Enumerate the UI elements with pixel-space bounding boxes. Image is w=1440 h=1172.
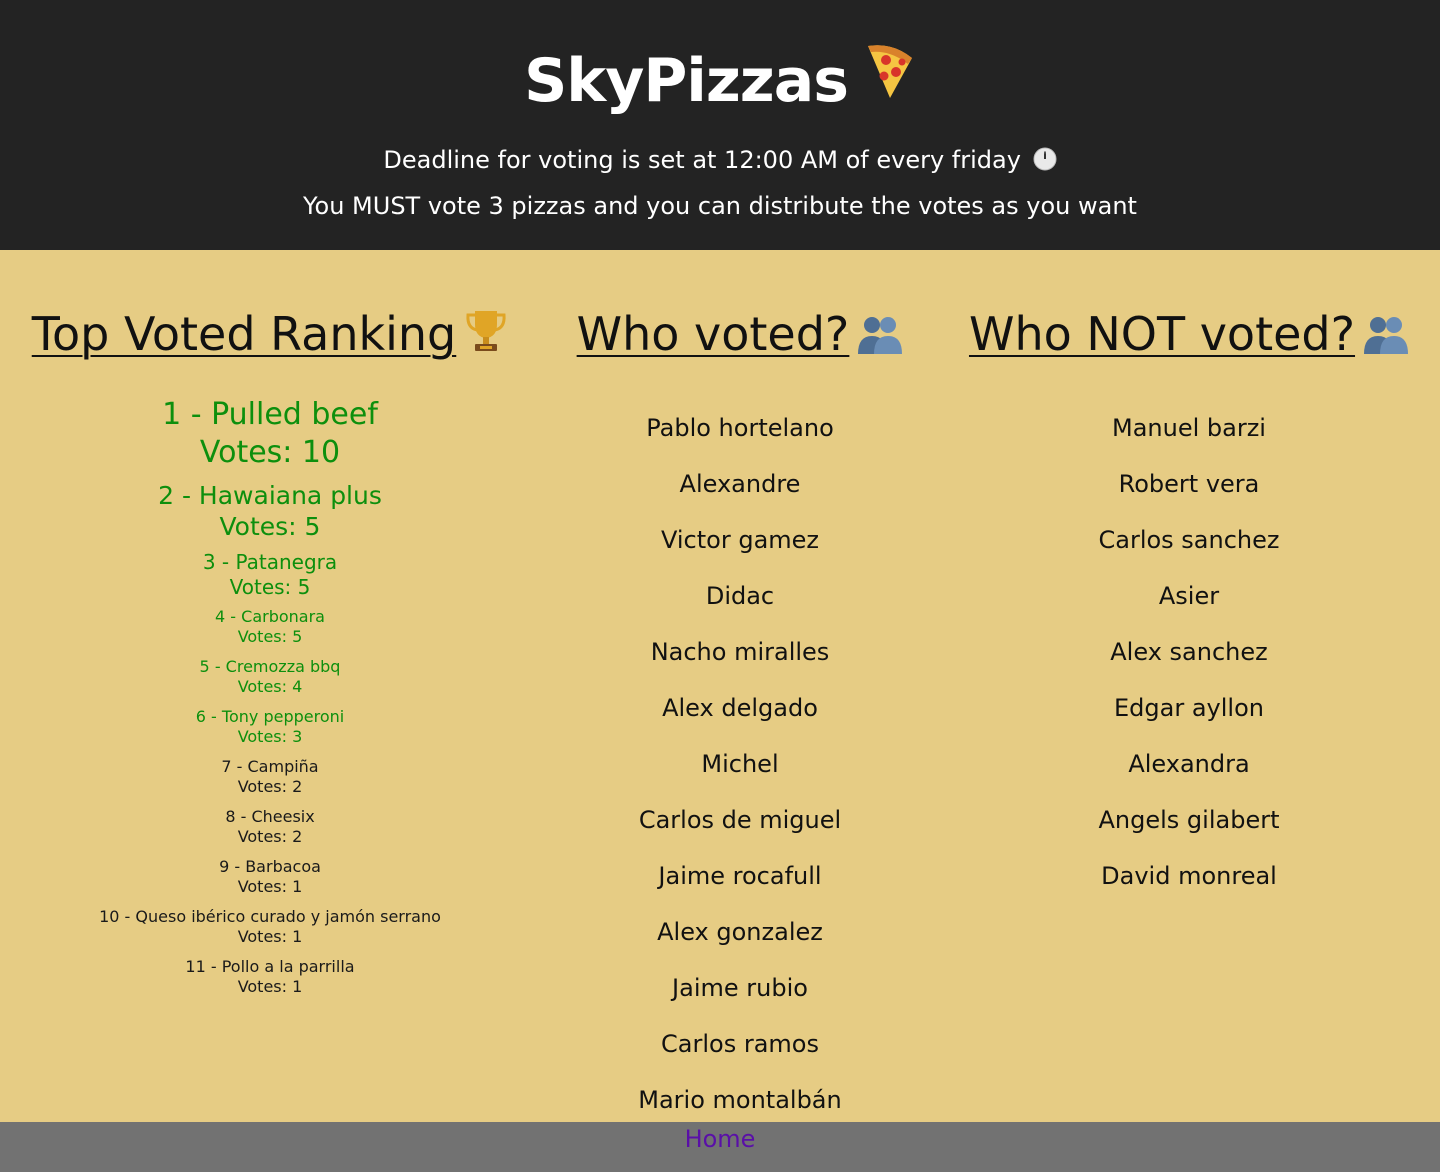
ranking-item: 3 - Patanegra Votes: 5 bbox=[20, 550, 520, 600]
non-voter-name: Angels gilabert bbox=[1098, 806, 1280, 834]
ranking-item: 9 - Barbacoa Votes: 1 bbox=[20, 857, 520, 897]
ranking-item-votes: Votes: 5 bbox=[229, 575, 311, 599]
ranking-item-votes: Votes: 4 bbox=[237, 677, 303, 696]
ranking-heading-text: Top Voted Ranking bbox=[31, 307, 457, 361]
non-voter-name: Alex sanchez bbox=[1110, 638, 1268, 666]
ranking-item: 10 - Queso ibérico curado y jamón serran… bbox=[20, 907, 520, 947]
deadline-text: Deadline for voting is set at 12:00 AM o… bbox=[383, 146, 1021, 174]
ranking-item-votes: Votes: 5 bbox=[237, 627, 303, 646]
deadline-notice: Deadline for voting is set at 12:00 AM o… bbox=[0, 139, 1440, 185]
voter-name: Didac bbox=[705, 582, 775, 610]
voted-column: Who voted? Pablo hortelano Alexandre Vic… bbox=[540, 250, 940, 1128]
ranking-item: 1 - Pulled beef Votes: 10 bbox=[20, 396, 520, 472]
ranking-item-label: 5 - Cremozza bbq bbox=[199, 657, 341, 676]
ranking-item-label: 7 - Campiña bbox=[221, 757, 319, 776]
users-icon bbox=[857, 308, 903, 368]
non-voter-name: Edgar ayllon bbox=[1114, 694, 1264, 722]
clock-icon bbox=[1033, 142, 1057, 185]
voter-name: Jaime rocafull bbox=[658, 862, 822, 890]
ranking-item-votes: Votes: 1 bbox=[237, 977, 303, 996]
ranking-item-label: 3 - Patanegra bbox=[202, 550, 338, 574]
voter-name: Michel bbox=[701, 750, 779, 778]
ranking-item-votes: Votes: 5 bbox=[219, 512, 321, 541]
ranking-item-label: 10 - Queso ibérico curado y jamón serran… bbox=[99, 907, 441, 926]
site-title: SkyPizzas bbox=[524, 40, 916, 122]
voted-heading: Who voted? bbox=[540, 304, 940, 368]
pizza-icon bbox=[862, 40, 916, 122]
ranking-heading: Top Voted Ranking bbox=[20, 304, 520, 368]
site-footer: Home bbox=[0, 1122, 1440, 1172]
ranking-item-label: 9 - Barbacoa bbox=[219, 857, 321, 876]
voter-name: Alex gonzalez bbox=[657, 918, 823, 946]
voter-name: Carlos de miguel bbox=[638, 806, 842, 834]
voter-name: Carlos ramos bbox=[661, 1030, 819, 1058]
voter-name: Mario montalbán bbox=[638, 1086, 842, 1114]
voter-name: Pablo hortelano bbox=[646, 414, 834, 442]
ranking-column: Top Voted Ranking 1 - Pulled beef Votes:… bbox=[20, 250, 520, 1007]
voted-list: Pablo hortelano Alexandre Victor gamez D… bbox=[540, 400, 940, 1128]
ranking-item: 4 - Carbonara Votes: 5 bbox=[20, 607, 520, 647]
ranking-item: 7 - Campiña Votes: 2 bbox=[20, 757, 520, 797]
voting-rule-notice: You MUST vote 3 pizzas and you can distr… bbox=[303, 192, 1137, 220]
trophy-icon bbox=[464, 308, 508, 368]
ranking-item: 11 - Pollo a la parrilla Votes: 1 bbox=[20, 957, 520, 997]
non-voter-name: Robert vera bbox=[1118, 470, 1260, 498]
voter-name: Jaime rubio bbox=[672, 974, 808, 1002]
ranking-item-label: 11 - Pollo a la parrilla bbox=[185, 957, 355, 976]
voted-heading-text: Who voted? bbox=[576, 307, 850, 361]
non-voter-name: David monreal bbox=[1101, 862, 1277, 890]
not-voted-list: Manuel barzi Robert vera Carlos sanchez … bbox=[965, 400, 1413, 904]
ranking-item: 8 - Cheesix Votes: 2 bbox=[20, 807, 520, 847]
non-voter-name: Asier bbox=[1158, 582, 1220, 610]
non-voter-name: Carlos sanchez bbox=[1098, 526, 1280, 554]
voter-name: Nacho miralles bbox=[650, 638, 830, 666]
non-voter-name: Alexandra bbox=[1128, 750, 1250, 778]
site-title-text: SkyPizzas bbox=[524, 46, 849, 116]
voter-name: Alexandre bbox=[679, 470, 801, 498]
ranking-item-votes: Votes: 2 bbox=[237, 827, 303, 846]
ranking-item-label: 8 - Cheesix bbox=[225, 807, 315, 826]
users-icon bbox=[1363, 308, 1409, 368]
home-link[interactable]: Home bbox=[685, 1125, 756, 1153]
not-voted-heading-text: Who NOT voted? bbox=[968, 307, 1356, 361]
ranking-item: 2 - Hawaiana plus Votes: 5 bbox=[20, 480, 520, 542]
not-voted-column: Who NOT voted? Manuel barzi Robert vera … bbox=[965, 250, 1413, 904]
voter-name: Alex delgado bbox=[662, 694, 818, 722]
ranking-item-votes: Votes: 2 bbox=[237, 777, 303, 796]
ranking-item: 6 - Tony pepperoni Votes: 3 bbox=[20, 707, 520, 747]
not-voted-heading: Who NOT voted? bbox=[965, 304, 1413, 368]
ranking-item-votes: Votes: 10 bbox=[199, 435, 341, 470]
voter-name: Victor gamez bbox=[660, 526, 820, 554]
ranking-item-votes: Votes: 3 bbox=[237, 727, 303, 746]
main-content: Top Voted Ranking 1 - Pulled beef Votes:… bbox=[0, 250, 1440, 1122]
ranking-item-label: 4 - Carbonara bbox=[215, 607, 325, 626]
site-header: SkyPizzas Deadline for voting is set at … bbox=[0, 0, 1440, 250]
ranking-list: 1 - Pulled beef Votes: 10 2 - Hawaiana p… bbox=[20, 396, 520, 997]
ranking-item-votes: Votes: 1 bbox=[237, 877, 303, 896]
ranking-item: 5 - Cremozza bbq Votes: 4 bbox=[20, 657, 520, 697]
ranking-item-label: 2 - Hawaiana plus bbox=[158, 481, 382, 510]
ranking-item-votes: Votes: 1 bbox=[237, 927, 303, 946]
non-voter-name: Manuel barzi bbox=[1112, 414, 1266, 442]
ranking-item-label: 1 - Pulled beef bbox=[162, 397, 378, 432]
ranking-item-label: 6 - Tony pepperoni bbox=[195, 707, 345, 726]
